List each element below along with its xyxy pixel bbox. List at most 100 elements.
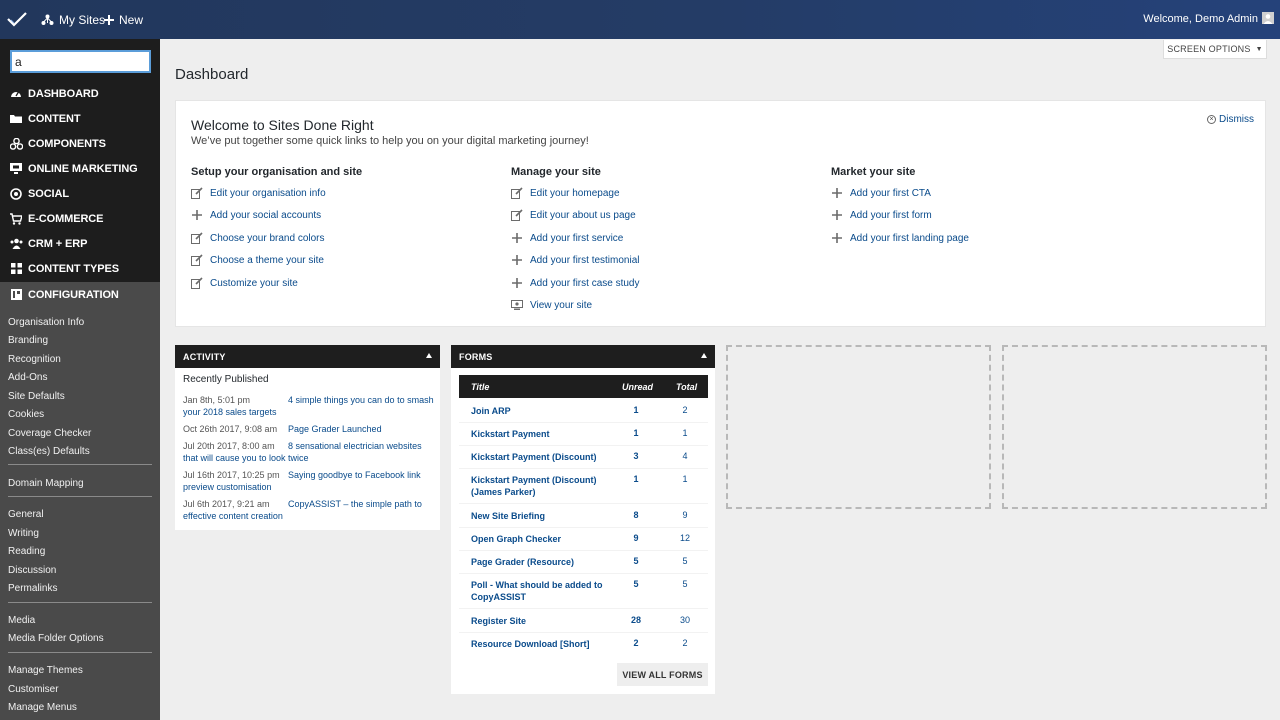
- empty-widget-drop-zone[interactable]: [1002, 345, 1267, 509]
- dismiss-button[interactable]: × Dismiss: [1207, 114, 1254, 125]
- submenu-media[interactable]: Media: [8, 615, 35, 626]
- nav-crm-erp[interactable]: CRM + ERP: [0, 231, 160, 256]
- link-choose-theme[interactable]: Choose a theme your site: [191, 253, 324, 267]
- link-add-first-landing-page[interactable]: Add your first landing page: [831, 231, 969, 245]
- screen-options-button[interactable]: SCREEN OPTIONS ▼: [1163, 40, 1267, 59]
- form-unread-count[interactable]: 1: [626, 474, 646, 484]
- submenu-manage-themes[interactable]: Manage Themes: [8, 665, 83, 676]
- form-unread-count[interactable]: 8: [626, 510, 646, 520]
- link-add-social-accounts[interactable]: Add your social accounts: [191, 208, 321, 222]
- row-divider: [459, 573, 708, 574]
- nav-content[interactable]: CONTENT: [0, 106, 160, 131]
- submenu-customiser[interactable]: Customiser: [8, 684, 59, 695]
- submenu-branding[interactable]: Branding: [8, 335, 48, 346]
- new-link[interactable]: New: [104, 12, 143, 28]
- submenu-cookies[interactable]: Cookies: [8, 409, 44, 420]
- form-title-link[interactable]: Join ARP: [471, 405, 606, 417]
- column-header-unread[interactable]: Unread: [622, 382, 653, 392]
- submenu-classes-defaults[interactable]: Class(es) Defaults: [8, 446, 90, 457]
- link-edit-about-page[interactable]: Edit your about us page: [511, 208, 636, 222]
- link-edit-homepage[interactable]: Edit your homepage: [511, 186, 620, 200]
- collapse-arrow-icon[interactable]: [426, 353, 432, 358]
- link-add-first-service[interactable]: Add your first service: [511, 231, 623, 245]
- submenu-manage-menus[interactable]: Manage Menus: [8, 702, 77, 713]
- submenu-domain-mapping[interactable]: Domain Mapping: [8, 478, 84, 489]
- submenu-recognition[interactable]: Recognition: [8, 354, 61, 365]
- form-total-count[interactable]: 2: [675, 405, 695, 415]
- form-total-count[interactable]: 12: [675, 533, 695, 543]
- form-title-link[interactable]: Open Graph Checker: [471, 533, 606, 545]
- activity-header[interactable]: ACTIVITY: [175, 345, 440, 368]
- submenu-general[interactable]: General: [8, 509, 44, 520]
- my-sites-link[interactable]: My Sites: [41, 12, 105, 28]
- form-unread-count[interactable]: 9: [626, 533, 646, 543]
- column-header-title[interactable]: Title: [471, 382, 489, 392]
- nav-content-types[interactable]: CONTENT TYPES: [0, 256, 160, 281]
- submenu-media-folder-options[interactable]: Media Folder Options: [8, 633, 104, 644]
- nav-online-marketing[interactable]: ONLINE MARKETING: [0, 156, 160, 181]
- checkmark-logo-icon[interactable]: [6, 8, 28, 30]
- link-choose-brand-colors[interactable]: Choose your brand colors: [191, 231, 325, 245]
- forms-table-header: Title Unread Total: [459, 375, 708, 398]
- row-divider: [459, 527, 708, 528]
- form-total-count[interactable]: 1: [675, 474, 695, 484]
- form-unread-count[interactable]: 1: [626, 428, 646, 438]
- nav-components[interactable]: COMPONENTS: [0, 131, 160, 156]
- sidebar-search-input[interactable]: [10, 50, 151, 73]
- submenu-coverage-checker[interactable]: Coverage Checker: [8, 428, 91, 439]
- link-customize-site[interactable]: Customize your site: [191, 276, 298, 290]
- submenu-writing[interactable]: Writing: [8, 528, 39, 539]
- nav-ecommerce[interactable]: E-COMMERCE: [0, 206, 160, 231]
- form-title-link[interactable]: Register Site: [471, 615, 606, 627]
- view-all-forms-button[interactable]: VIEW ALL FORMS: [617, 663, 708, 686]
- submenu-site-defaults[interactable]: Site Defaults: [8, 391, 65, 402]
- form-total-count[interactable]: 1: [675, 428, 695, 438]
- form-total-count[interactable]: 4: [675, 451, 695, 461]
- form-title-link[interactable]: Kickstart Payment (Discount) (James Park…: [471, 474, 606, 498]
- collapse-arrow-icon[interactable]: [701, 353, 707, 358]
- link-edit-organisation-info[interactable]: Edit your organisation info: [191, 186, 326, 200]
- welcome-user-text[interactable]: Welcome, Demo Admin: [1143, 13, 1258, 25]
- nav-configuration[interactable]: CONFIGURATION: [0, 282, 160, 307]
- activity-post-link[interactable]: Page Grader Launched: [183, 423, 435, 435]
- link-view-site[interactable]: View your site: [511, 298, 592, 312]
- activity-post-link[interactable]: CopyASSIST – the simple path to effectiv…: [183, 498, 435, 522]
- submenu-reading[interactable]: Reading: [8, 546, 45, 557]
- form-total-count[interactable]: 5: [675, 579, 695, 589]
- form-title-link[interactable]: Kickstart Payment: [471, 428, 606, 440]
- submenu-permalinks[interactable]: Permalinks: [8, 583, 57, 594]
- activity-post-link[interactable]: Saying goodbye to Facebook link preview …: [183, 469, 435, 493]
- form-title-link[interactable]: Page Grader (Resource): [471, 556, 606, 568]
- form-title-link[interactable]: New Site Briefing: [471, 510, 606, 522]
- submenu-add-ons[interactable]: Add-Ons: [8, 372, 47, 383]
- forms-header[interactable]: FORMS: [451, 345, 715, 368]
- submenu-organisation-info[interactable]: Organisation Info: [8, 317, 84, 328]
- submenu-discussion[interactable]: Discussion: [8, 565, 56, 576]
- empty-widget-drop-zone[interactable]: [726, 345, 991, 509]
- form-unread-count[interactable]: 1: [626, 405, 646, 415]
- nav-ecommerce-label: E-COMMERCE: [28, 212, 104, 225]
- activity-post-link[interactable]: 4 simple things you can do to smash your…: [183, 394, 435, 418]
- form-total-count[interactable]: 9: [675, 510, 695, 520]
- form-title-link[interactable]: Resource Download [Short]: [471, 638, 606, 650]
- welcome-title: Welcome to Sites Done Right: [191, 117, 374, 133]
- form-unread-count[interactable]: 3: [626, 451, 646, 461]
- form-unread-count[interactable]: 5: [626, 556, 646, 566]
- form-title-link[interactable]: Poll - What should be added to CopyASSIS…: [471, 579, 606, 603]
- activity-post-link[interactable]: 8 sensational electrician websites that …: [183, 440, 435, 464]
- form-total-count[interactable]: 30: [675, 615, 695, 625]
- link-add-first-case-study[interactable]: Add your first case study: [511, 276, 640, 290]
- nav-dashboard[interactable]: DASHBOARD: [0, 81, 160, 106]
- form-unread-count[interactable]: 5: [626, 579, 646, 589]
- link-add-first-form[interactable]: Add your first form: [831, 208, 932, 222]
- form-unread-count[interactable]: 2: [626, 638, 646, 648]
- link-add-first-cta[interactable]: Add your first CTA: [831, 186, 931, 200]
- avatar[interactable]: [1262, 12, 1274, 24]
- link-add-first-testimonial[interactable]: Add your first testimonial: [511, 253, 640, 267]
- nav-social[interactable]: SOCIAL: [0, 181, 160, 206]
- form-total-count[interactable]: 5: [675, 556, 695, 566]
- form-total-count[interactable]: 2: [675, 638, 695, 648]
- column-header-total[interactable]: Total: [676, 382, 697, 392]
- form-unread-count[interactable]: 28: [626, 615, 646, 625]
- form-title-link[interactable]: Kickstart Payment (Discount): [471, 451, 606, 463]
